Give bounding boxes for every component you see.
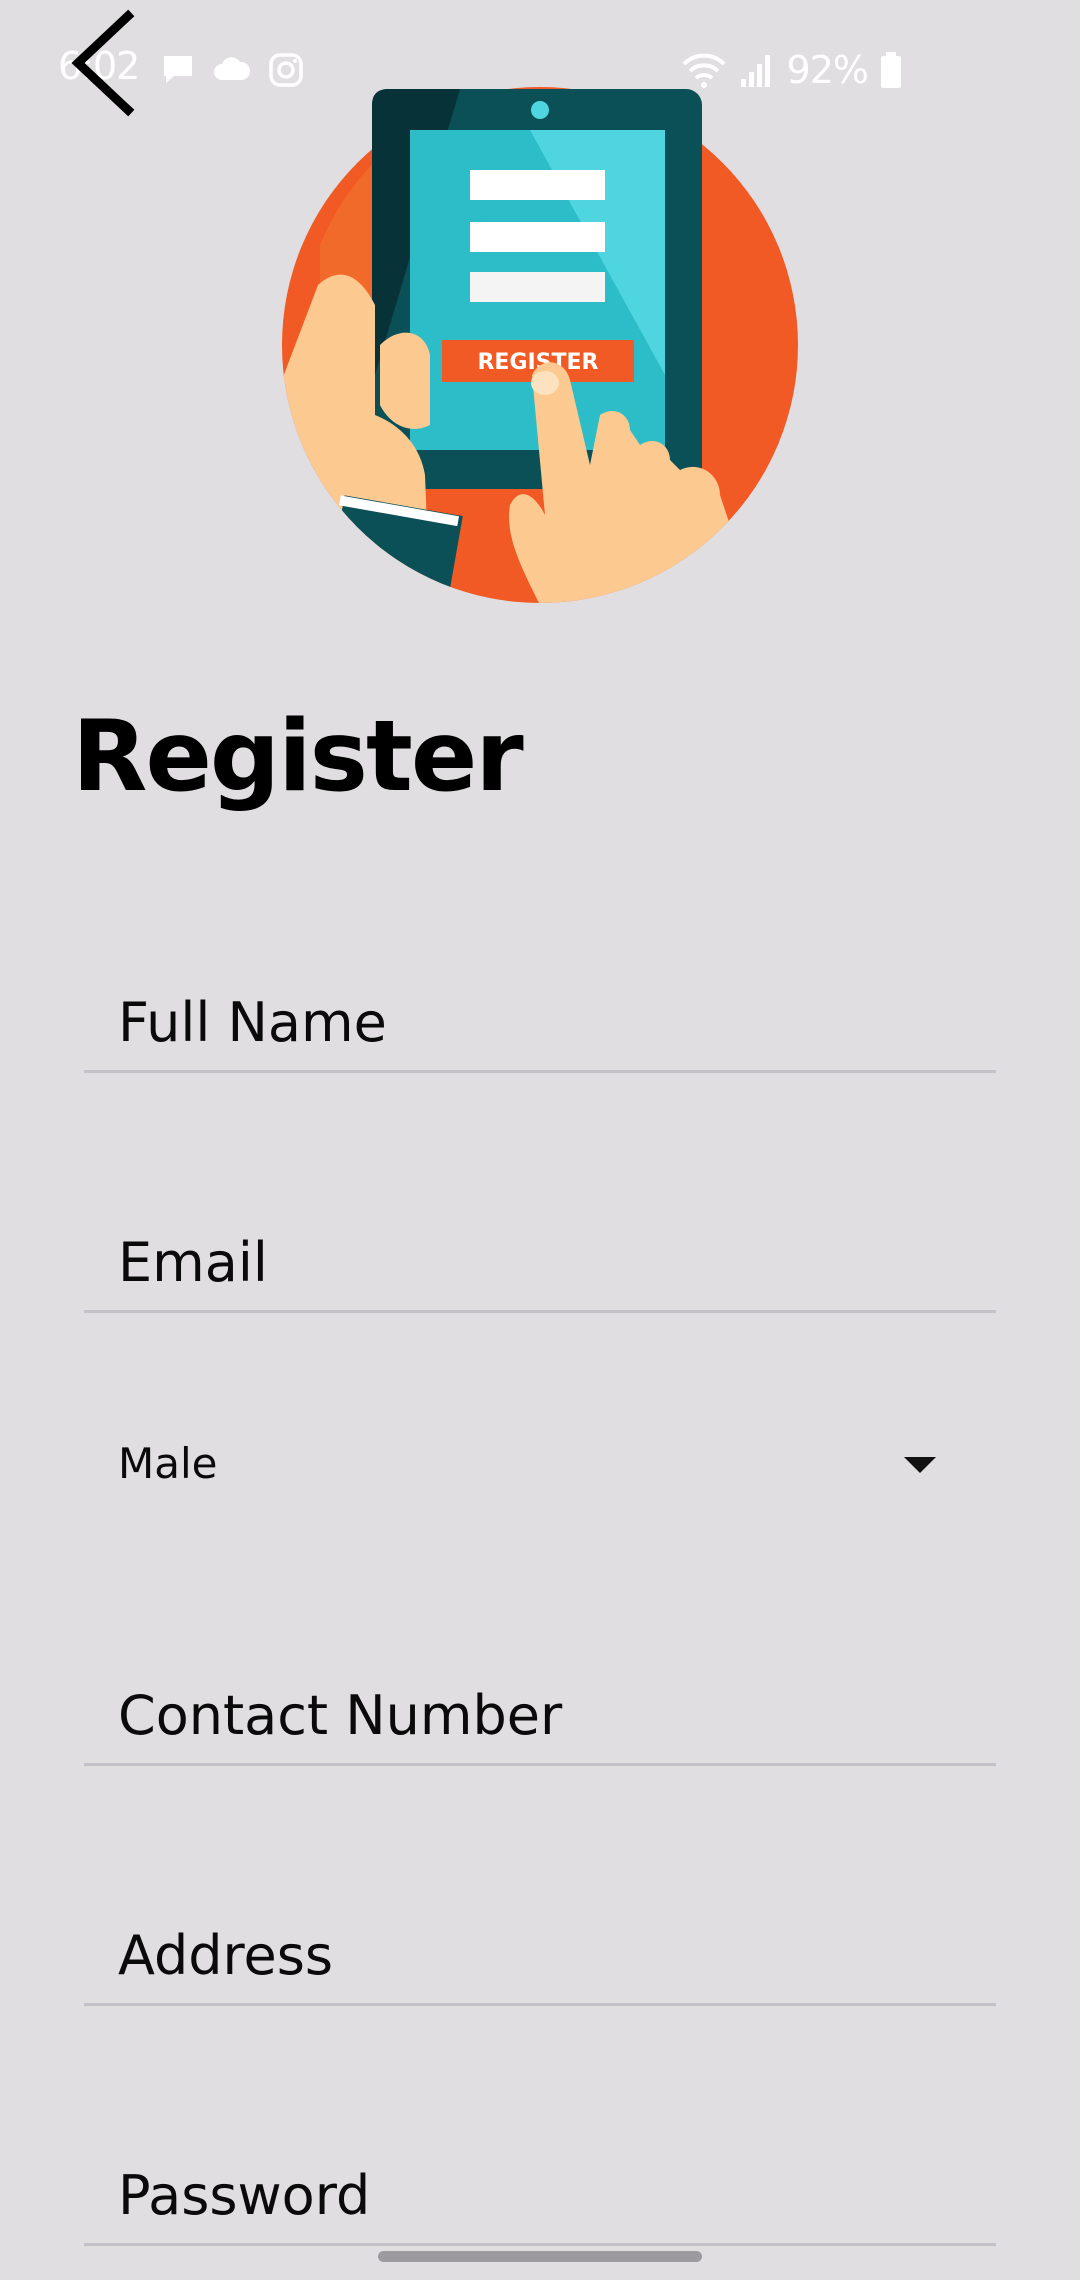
- battery-icon: [881, 52, 901, 88]
- dropdown-arrow-icon: [904, 1457, 936, 1473]
- wifi-icon: [682, 53, 725, 88]
- contact-number-input[interactable]: Contact Number: [84, 1643, 996, 1766]
- address-input[interactable]: Address: [84, 1883, 996, 2006]
- password-input[interactable]: Password: [84, 2123, 996, 2246]
- email-input[interactable]: Email: [84, 1190, 996, 1313]
- cloud-icon: [214, 57, 251, 80]
- full-name-placeholder: Full Name: [118, 991, 387, 1054]
- navigation-handle[interactable]: [378, 2251, 702, 2262]
- gender-select[interactable]: Male: [84, 1405, 996, 1525]
- back-arrow-icon: [71, 9, 135, 117]
- status-icons-left: [160, 52, 304, 88]
- password-placeholder: Password: [118, 2164, 371, 2227]
- back-button[interactable]: [60, 8, 160, 118]
- message-icon: [164, 56, 192, 83]
- page-title: Register: [72, 700, 524, 814]
- register-illustration: REGISTER: [280, 85, 800, 605]
- signal-icon: [740, 55, 770, 87]
- email-placeholder: Email: [118, 1231, 268, 1294]
- gender-selected-value: Male: [118, 1439, 218, 1488]
- address-placeholder: Address: [118, 1924, 334, 1987]
- instagram-icon: [269, 53, 303, 87]
- contact-number-placeholder: Contact Number: [118, 1684, 563, 1747]
- full-name-input[interactable]: Full Name: [84, 950, 996, 1073]
